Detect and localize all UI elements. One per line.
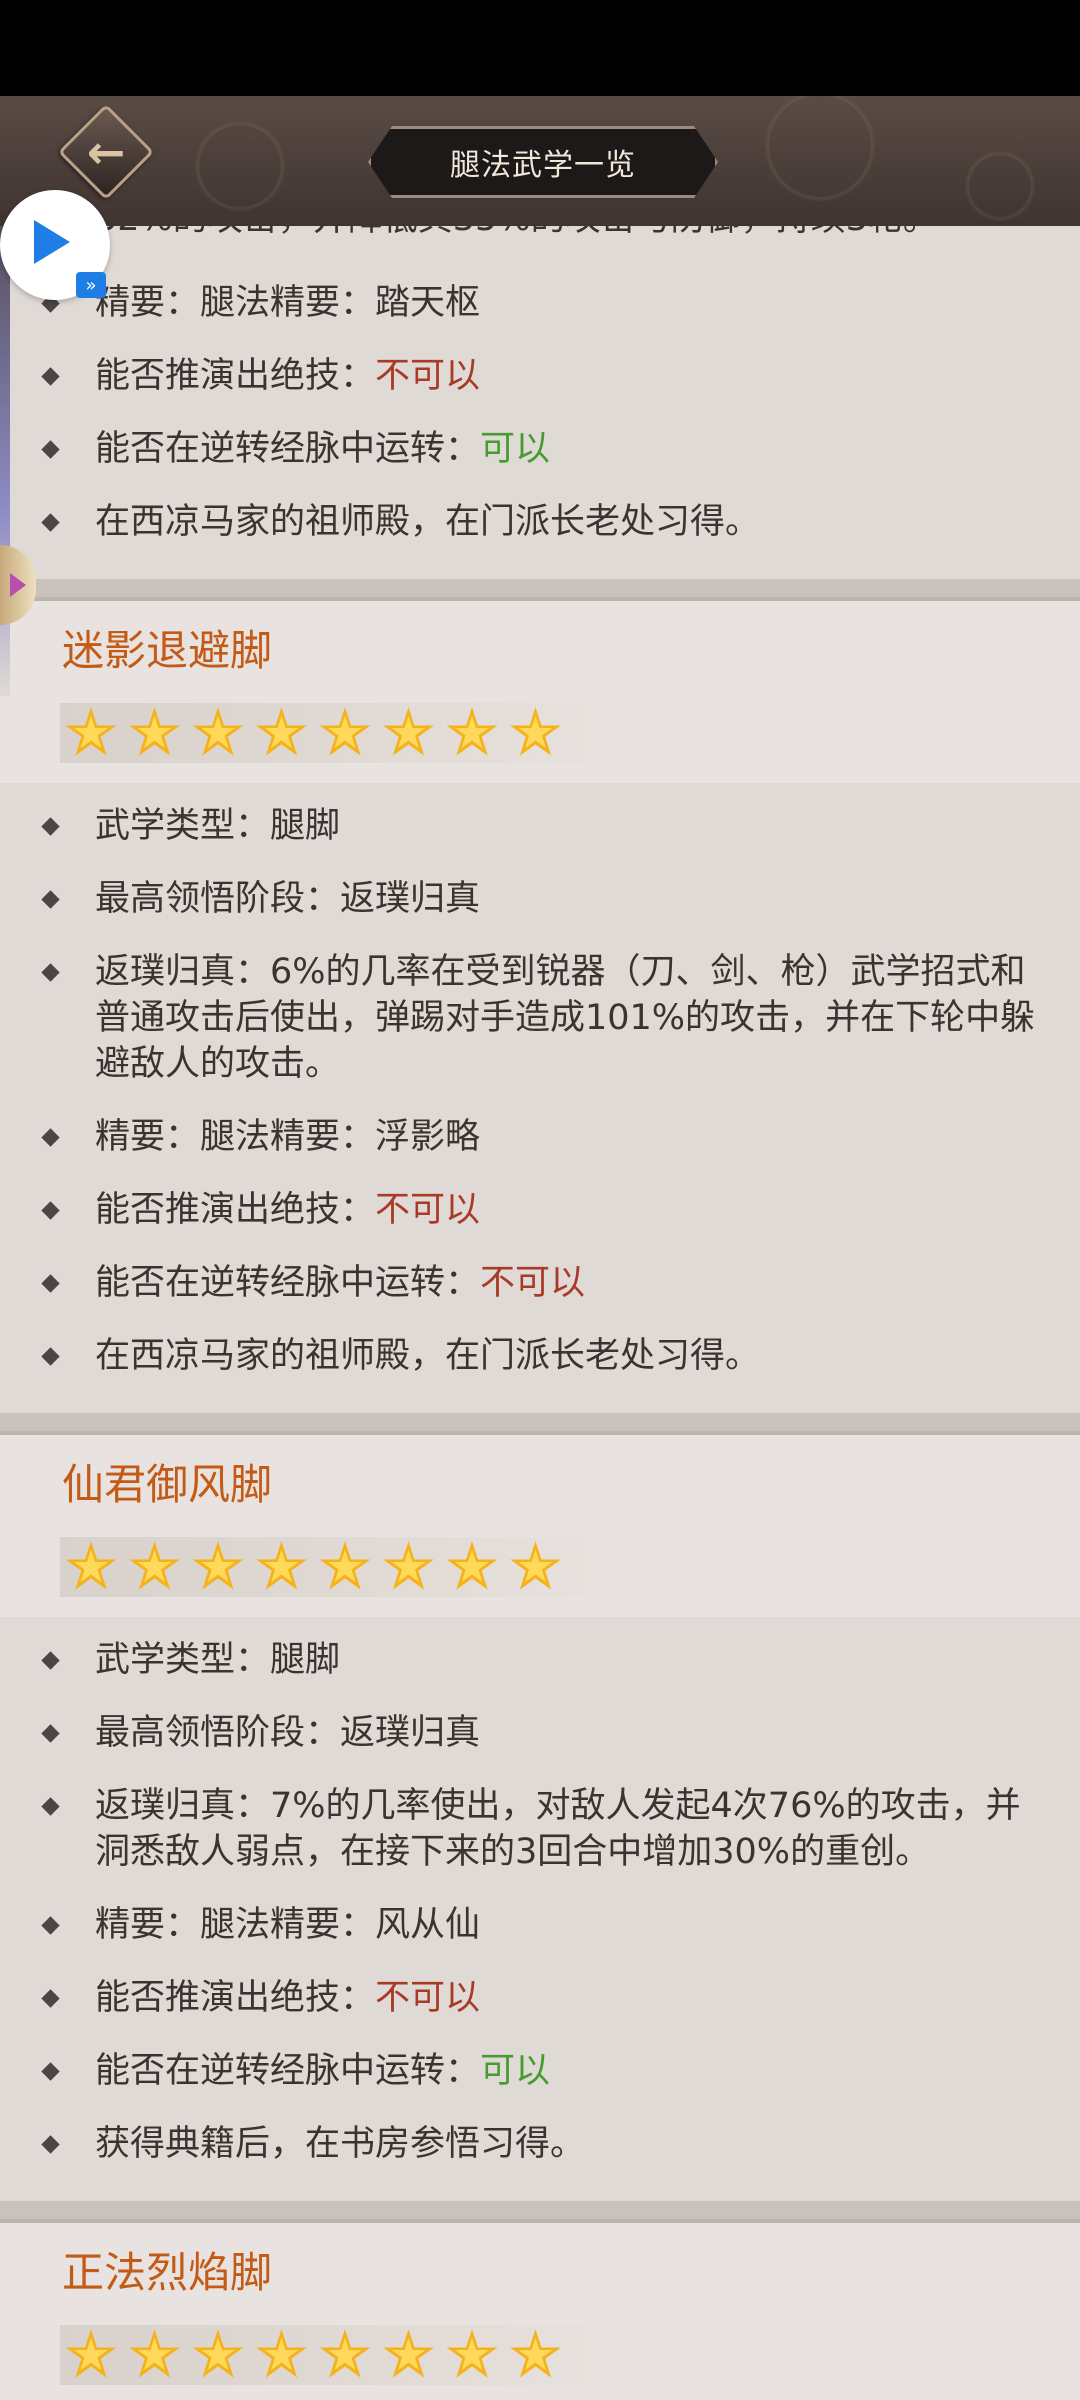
skill-title: 正法烈焰脚	[62, 2248, 273, 2297]
diamond-bullet-icon	[41, 1916, 60, 1935]
star-icon	[319, 707, 371, 756]
star-icon	[510, 1541, 561, 1590]
star-icon	[192, 1541, 244, 1590]
diamond-bullet-icon	[41, 367, 60, 386]
star-rating	[60, 2325, 624, 2385]
ultimate-row: 能否推演出绝技：不可以	[0, 1975, 1080, 2021]
effect-row: 返璞归真：6%的几率在受到锐器（刀、剑、枪）武学招式和普通攻击后使出，弹踢对手造…	[0, 949, 1080, 1087]
star-icon	[446, 2329, 498, 2378]
skill-card-header: 迷影退避脚	[0, 601, 1080, 783]
star-rating	[60, 703, 624, 763]
page-title-plate: 腿法武学一览	[368, 126, 718, 198]
stage-row: 最高领悟阶段：返璞归真	[0, 1710, 1080, 1756]
effect-row: 返璞归真：7%的几率使出，对敌人发起4次76%的攻击，并洞悉敌人弱点，在接下来的…	[0, 1783, 1080, 1875]
expand-arrow-icon	[10, 573, 26, 597]
meridian-row: 能否在逆转经脉中运转：不可以	[0, 1260, 1080, 1306]
essence-row: 精要：腿法精要：浮影略	[0, 1114, 1080, 1160]
star-icon	[65, 707, 117, 756]
star-icon	[510, 707, 561, 756]
diamond-bullet-icon	[41, 1797, 60, 1816]
star-icon	[192, 707, 244, 756]
diamond-bullet-icon	[41, 2062, 60, 2081]
source-row: 在西凉马家的祖师殿，在门派长老处习得。	[0, 499, 1080, 545]
star-icon	[129, 2329, 180, 2378]
type-row: 武学类型：腿脚	[0, 1637, 1080, 1683]
star-icon	[319, 2329, 371, 2378]
star-icon	[192, 2329, 244, 2378]
star-icon	[256, 707, 307, 756]
play-icon	[34, 220, 70, 264]
skill-card-partial: 32%的攻击，并降低其35%的攻击与防御，持续3轮。 精要：腿法精要：踏天枢 能…	[0, 226, 1080, 579]
diamond-bullet-icon	[41, 1347, 60, 1366]
diamond-bullet-icon	[41, 1128, 60, 1147]
meridian-row: 能否在逆转经脉中运转：可以	[0, 426, 1080, 472]
skill-list[interactable]: 32%的攻击，并降低其35%的攻击与防御，持续3轮。 精要：腿法精要：踏天枢 能…	[0, 226, 1080, 2400]
star-icon	[319, 1541, 371, 1590]
skill-title: 迷影退避脚	[62, 626, 273, 675]
diamond-bullet-icon	[41, 1201, 60, 1220]
source-row: 在西凉马家的祖师殿，在门派长老处习得。	[0, 1333, 1080, 1379]
diamond-bullet-icon	[41, 2135, 60, 2154]
source-row: 获得典籍后，在书房参悟习得。	[0, 2121, 1080, 2167]
star-icon	[256, 2329, 307, 2378]
ultimate-row: 能否推演出绝技：不可以	[0, 1187, 1080, 1233]
fast-forward-icon[interactable]: »	[76, 272, 106, 298]
diamond-bullet-icon	[41, 1651, 60, 1670]
star-icon	[383, 707, 434, 756]
star-icon	[383, 2329, 434, 2378]
skill-card-header: 正法烈焰脚	[0, 2223, 1080, 2400]
partial-description: 32%的攻击，并降低其35%的攻击与防御，持续3轮。	[0, 226, 1080, 264]
stage-row: 最高领悟阶段：返璞归真	[0, 876, 1080, 922]
top-bar: ← 腿法武学一览	[0, 96, 1080, 226]
essence-row: 精要：腿法精要：踏天枢	[0, 280, 1080, 326]
star-icon	[383, 1541, 434, 1590]
star-icon	[65, 1541, 117, 1590]
star-icon	[129, 707, 180, 756]
star-rating	[60, 1537, 624, 1597]
star-icon	[65, 2329, 117, 2378]
type-row: 武学类型：腿脚	[0, 803, 1080, 849]
star-icon	[446, 707, 498, 756]
diamond-bullet-icon	[41, 890, 60, 909]
meridian-row: 能否在逆转经脉中运转：可以	[0, 2048, 1080, 2094]
diamond-bullet-icon	[41, 963, 60, 982]
diamond-bullet-icon	[41, 1989, 60, 2008]
diamond-bullet-icon	[41, 440, 60, 459]
section-divider	[0, 1413, 1080, 1435]
section-divider	[0, 579, 1080, 601]
diamond-bullet-icon	[41, 1724, 60, 1743]
essence-row: 精要：腿法精要：风从仙	[0, 1902, 1080, 1948]
skill-title: 仙君御风脚	[62, 1460, 273, 1509]
diamond-bullet-icon	[41, 513, 60, 532]
star-icon	[446, 1541, 498, 1590]
star-icon	[256, 1541, 307, 1590]
status-bar	[0, 0, 1080, 96]
back-arrow-icon: ←	[86, 125, 126, 179]
star-icon	[510, 2329, 561, 2378]
skill-card-body: 武学类型：腿脚 最高领悟阶段：返璞归真 返璞归真：6%的几率在受到锐器（刀、剑、…	[0, 783, 1080, 1413]
ultimate-row: 能否推演出绝技：不可以	[0, 353, 1080, 399]
diamond-bullet-icon	[41, 1274, 60, 1293]
skill-card-header: 仙君御风脚	[0, 1435, 1080, 1617]
diamond-bullet-icon	[41, 817, 60, 836]
skill-card-body: 武学类型：腿脚 最高领悟阶段：返璞归真 返璞归真：7%的几率使出，对敌人发起4次…	[0, 1617, 1080, 2201]
section-divider	[0, 2201, 1080, 2223]
star-icon	[129, 1541, 180, 1590]
page-title: 腿法武学一览	[450, 148, 636, 183]
